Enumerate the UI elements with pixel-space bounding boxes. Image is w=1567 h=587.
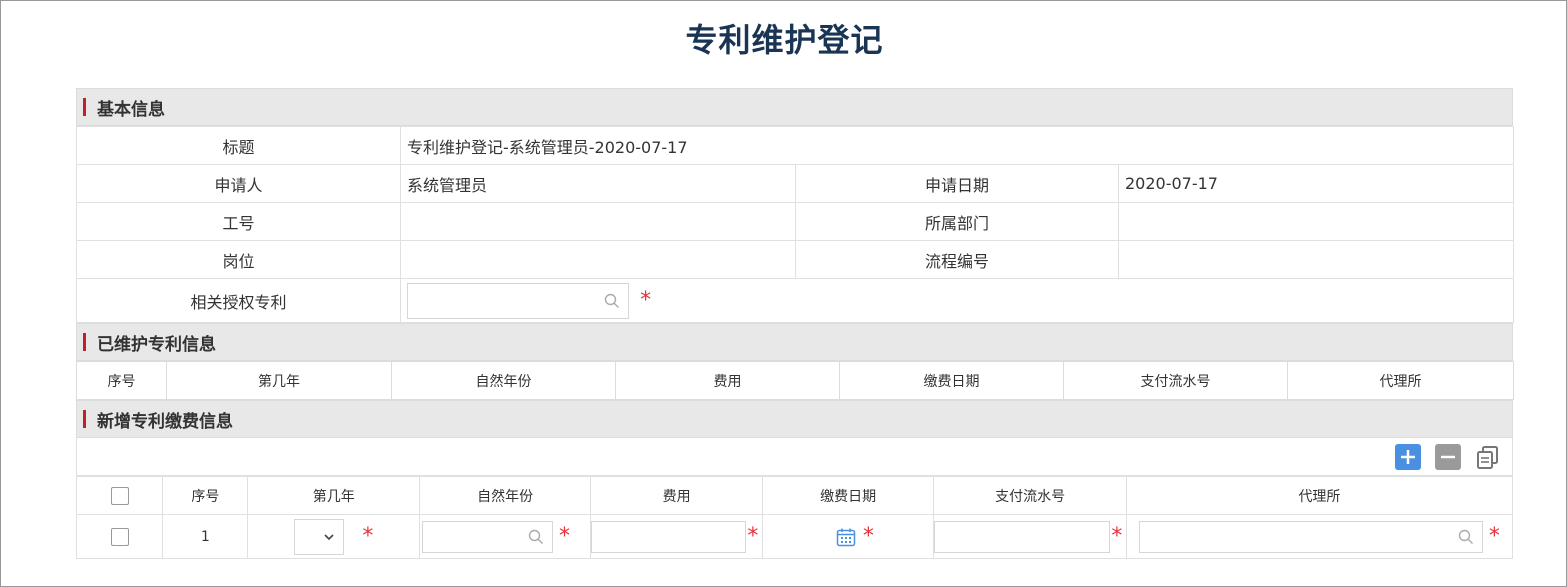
required-mark: * (362, 524, 374, 549)
flow-no-label: 流程编号 (795, 240, 1119, 279)
section-marker (83, 98, 86, 116)
emp-no-label: 工号 (76, 202, 401, 241)
copy-icon (1477, 446, 1498, 469)
basic-info-table: 标题 专利维护登记-系统管理员-2020-07-17 申请人 系统管理员 申请日… (76, 126, 1515, 323)
serial-no-input[interactable] (934, 520, 1111, 553)
calendar-icon[interactable] (836, 527, 856, 547)
applicant-label: 申请人 (76, 164, 401, 203)
flow-no-value (1117, 240, 1515, 279)
new-payment-header-row: 序号 第几年 自然年份 费用 缴费日期 支付流水号 代理所 (75, 476, 1514, 515)
fee-cell: * (590, 514, 763, 559)
department-value (1117, 202, 1515, 241)
section-marker (83, 333, 86, 351)
col-index: 序号 (76, 361, 167, 400)
new-payment-table: 序号 第几年 自然年份 费用 缴费日期 支付流水号 代理所 1 * * * * … (75, 476, 1514, 559)
fee-input[interactable] (591, 520, 747, 553)
natural-year-input[interactable] (421, 520, 553, 553)
section-new-payment: 新增专利缴费信息 (76, 400, 1513, 438)
title-value: 专利维护登记-系统管理员-2020-07-17 (399, 126, 1515, 165)
col-natural-year: 自然年份 (418, 476, 592, 515)
emp-no-value (400, 202, 796, 241)
required-mark: * (747, 524, 759, 549)
required-mark: * (1488, 524, 1500, 549)
required-mark: * (1111, 524, 1123, 549)
col-agency: 代理所 (1287, 361, 1514, 400)
applicant-value: 系统管理员 (400, 164, 796, 203)
col-index: 序号 (162, 476, 249, 515)
section-marker (83, 410, 86, 428)
col-serial-no: 支付流水号 (933, 476, 1127, 515)
minus-icon (1441, 455, 1455, 459)
table-row: 1 * * * * * * (75, 514, 1514, 559)
related-patent-label: 相关授权专利 (76, 278, 401, 323)
page-title: 专利维护登记 (685, 21, 884, 59)
required-mark: * (558, 524, 570, 549)
required-mark: * (640, 288, 652, 313)
search-icon[interactable] (528, 529, 544, 545)
plus-icon (1401, 450, 1415, 464)
apply-date-value: 2020-07-17 (1117, 164, 1515, 203)
chevron-down-icon (324, 533, 334, 540)
section-title: 新增专利缴费信息 (97, 411, 233, 432)
col-natural-year: 自然年份 (391, 361, 616, 400)
copy-row-button[interactable] (1475, 444, 1501, 470)
remove-row-button[interactable] (1435, 444, 1461, 470)
select-all-checkbox[interactable] (110, 486, 129, 505)
required-mark: * (862, 524, 874, 549)
apply-date-label: 申请日期 (795, 164, 1119, 203)
position-value (400, 240, 796, 279)
maintained-table: 序号 第几年 自然年份 费用 缴费日期 支付流水号 代理所 (76, 361, 1514, 400)
search-icon[interactable] (604, 293, 620, 309)
year-no-cell: * (247, 514, 420, 559)
position-label: 岗位 (76, 240, 401, 279)
agency-input[interactable] (1138, 520, 1483, 553)
serial-no-cell: * (933, 514, 1127, 559)
col-pay-date: 缴费日期 (761, 476, 935, 515)
col-serial-no: 支付流水号 (1063, 361, 1288, 400)
select-all-cell (75, 476, 164, 515)
agency-cell: * (1125, 514, 1514, 559)
search-icon[interactable] (1458, 529, 1474, 545)
related-patent-input[interactable] (407, 282, 629, 319)
col-year-no: 第几年 (166, 361, 392, 400)
row-index: 1 (162, 514, 249, 559)
row-checkbox[interactable] (110, 527, 129, 546)
form-window: 专利维护登记 基本信息 标题 专利维护登记-系统管理员-2020-07-17 申… (0, 0, 1567, 587)
col-year-no: 第几年 (247, 476, 420, 515)
col-pay-date: 缴费日期 (839, 361, 1064, 400)
add-row-button[interactable] (1395, 444, 1421, 470)
patent-maintenance-form: 基本信息 标题 专利维护登记-系统管理员-2020-07-17 申请人 系统管理… (75, 88, 1515, 559)
natural-year-cell: * (418, 514, 592, 559)
maintained-header-row: 序号 第几年 自然年份 费用 缴费日期 支付流水号 代理所 (76, 361, 1514, 400)
year-no-select[interactable] (293, 518, 344, 555)
section-title: 基本信息 (97, 99, 165, 120)
col-agency: 代理所 (1125, 476, 1514, 515)
row-toolbar (76, 438, 1513, 476)
related-patent-cell: * (399, 278, 1515, 323)
row-select-cell (75, 514, 164, 559)
title-label: 标题 (76, 126, 401, 165)
col-fee: 费用 (590, 476, 763, 515)
section-title: 已维护专利信息 (97, 334, 216, 355)
section-basic-info: 基本信息 (76, 88, 1513, 126)
section-maintained: 已维护专利信息 (76, 323, 1513, 361)
col-fee: 费用 (615, 361, 840, 400)
department-label: 所属部门 (795, 202, 1119, 241)
pay-date-cell: * (761, 514, 935, 559)
